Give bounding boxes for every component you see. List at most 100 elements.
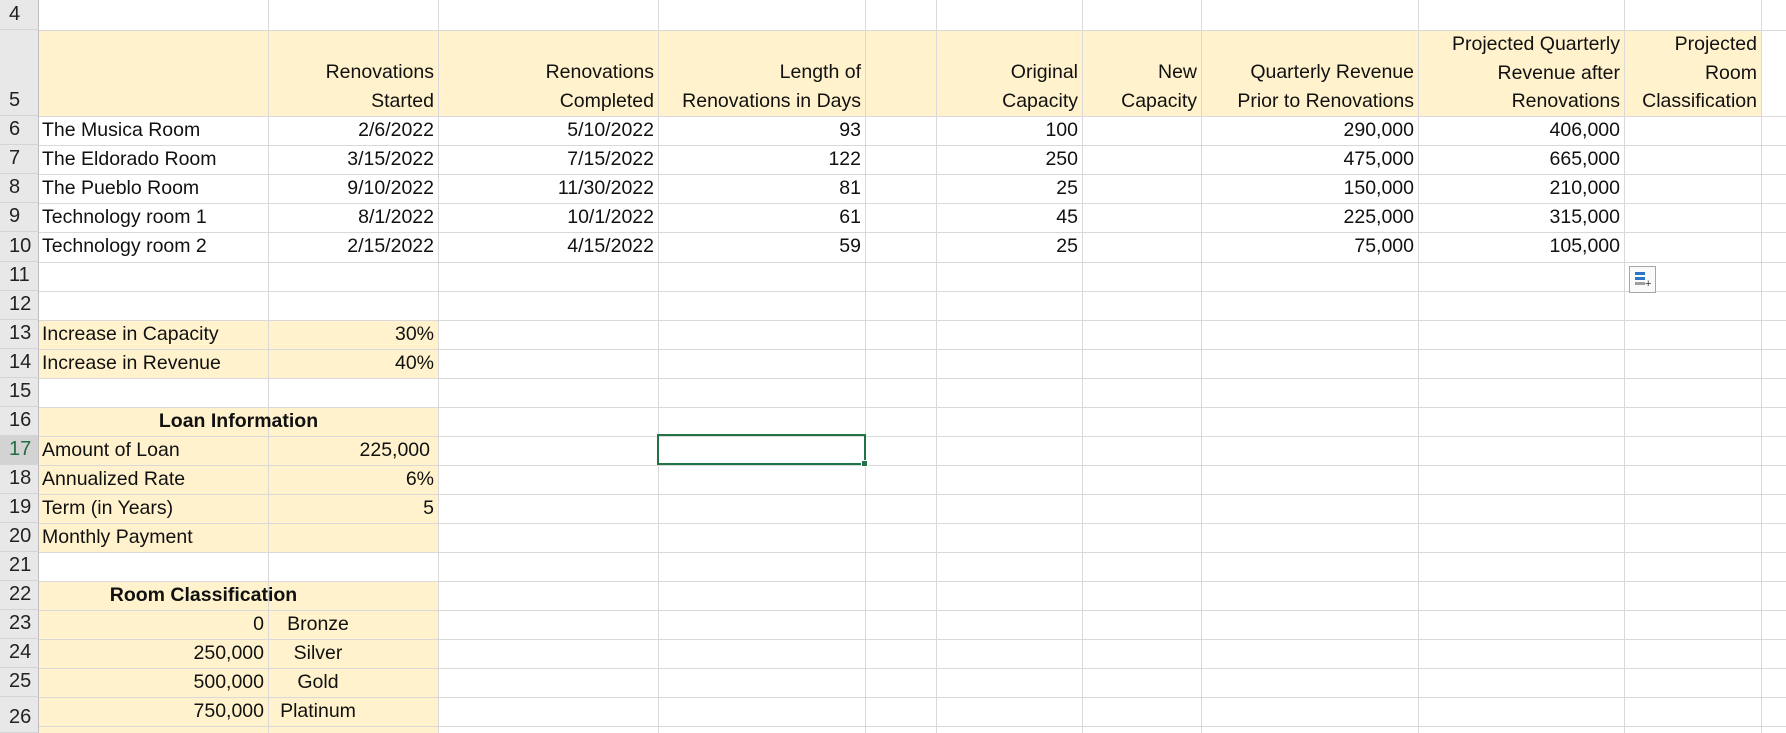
classification-level-cell[interactable]: Silver: [268, 639, 438, 668]
loan-amount-label[interactable]: Amount of Loan: [39, 436, 268, 465]
row-divider: [39, 291, 1786, 292]
days-cell[interactable]: 61: [658, 203, 865, 232]
header-original-capacity[interactable]: Original Capacity: [936, 58, 1082, 115]
revenue-projected-cell[interactable]: 406,000: [1418, 116, 1624, 145]
completed-cell[interactable]: 10/1/2022: [438, 203, 658, 232]
started-cell[interactable]: 2/15/2022: [268, 232, 438, 261]
term-years-label[interactable]: Term (in Years): [39, 494, 268, 523]
increase-capacity-label[interactable]: Increase in Capacity: [39, 320, 268, 349]
term-years-value[interactable]: 5: [268, 494, 438, 523]
header-renovations-started[interactable]: Renovations Started: [268, 58, 438, 115]
days-cell[interactable]: 81: [658, 174, 865, 203]
header-projected-room-classification[interactable]: Projected Room Classification: [1624, 30, 1761, 116]
row-header[interactable]: 14: [0, 349, 39, 378]
original-capacity-cell[interactable]: 100: [936, 116, 1082, 145]
days-cell[interactable]: 93: [658, 116, 865, 145]
spreadsheet-grid[interactable]: 4 5 6 7 8 9 10 11 12 13 14 15 16 17 18 1…: [0, 0, 1786, 733]
started-cell[interactable]: 8/1/2022: [268, 203, 438, 232]
room-classification-title[interactable]: Room Classification: [39, 581, 438, 610]
annualized-rate-value[interactable]: 6%: [268, 465, 438, 494]
header-quarterly-revenue-prior[interactable]: Quarterly Revenue Prior to Renovations: [1201, 58, 1418, 115]
row-header[interactable]: 6: [0, 116, 39, 145]
row-header[interactable]: 9: [0, 203, 39, 232]
row-header[interactable]: 8: [0, 174, 39, 203]
row-header[interactable]: 26: [0, 697, 39, 733]
row-header[interactable]: 19: [0, 494, 39, 523]
revenue-prior-cell[interactable]: 225,000: [1201, 203, 1418, 232]
original-capacity-cell[interactable]: 45: [936, 203, 1082, 232]
revenue-prior-cell[interactable]: 150,000: [1201, 174, 1418, 203]
row-header[interactable]: 13: [0, 320, 39, 349]
annualized-rate-label[interactable]: Annualized Rate: [39, 465, 268, 494]
quick-analysis-icon[interactable]: +: [1629, 266, 1656, 293]
header-line: Renovations: [1511, 90, 1620, 112]
revenue-projected-cell[interactable]: 210,000: [1418, 174, 1624, 203]
row-header[interactable]: 23: [0, 610, 39, 639]
revenue-prior-cell[interactable]: 475,000: [1201, 145, 1418, 174]
original-capacity-cell[interactable]: 25: [936, 174, 1082, 203]
row-header[interactable]: 18: [0, 465, 39, 494]
increase-revenue-value[interactable]: 40%: [268, 349, 438, 378]
revenue-projected-cell[interactable]: 105,000: [1418, 232, 1624, 261]
header-renovations-completed[interactable]: Renovations Completed: [438, 58, 658, 115]
monthly-payment-label[interactable]: Monthly Payment: [39, 523, 268, 552]
row-header[interactable]: 20: [0, 523, 39, 552]
row-header[interactable]: 4: [0, 0, 39, 30]
started-cell[interactable]: 3/15/2022: [268, 145, 438, 174]
classification-threshold-cell[interactable]: 250,000: [39, 639, 268, 668]
row-header[interactable]: 21: [0, 552, 39, 581]
increase-revenue-label[interactable]: Increase in Revenue: [39, 349, 268, 378]
room-name-cell[interactable]: Technology room 1: [39, 203, 268, 232]
completed-cell[interactable]: 4/15/2022: [438, 232, 658, 261]
fill-handle[interactable]: [861, 460, 868, 467]
row-divider: [39, 523, 1786, 524]
room-name-cell[interactable]: The Musica Room: [39, 116, 268, 145]
header-line: New: [1157, 61, 1197, 83]
loan-amount-value[interactable]: 225,000: [268, 436, 438, 465]
started-cell[interactable]: 9/10/2022: [268, 174, 438, 203]
original-capacity-cell[interactable]: 250: [936, 145, 1082, 174]
row-header[interactable]: 10: [0, 232, 39, 262]
classification-level-cell[interactable]: Platinum: [268, 697, 438, 726]
row-header[interactable]: 16: [0, 407, 39, 436]
header-line: Classification: [1642, 90, 1757, 112]
header-line: Renovations in Days: [682, 89, 861, 112]
completed-cell[interactable]: 5/10/2022: [438, 116, 658, 145]
loan-information-title[interactable]: Loan Information: [39, 407, 438, 436]
selected-cell-border[interactable]: [657, 434, 866, 465]
revenue-prior-cell[interactable]: 290,000: [1201, 116, 1418, 145]
revenue-prior-cell[interactable]: 75,000: [1201, 232, 1418, 261]
revenue-projected-cell[interactable]: 665,000: [1418, 145, 1624, 174]
completed-cell[interactable]: 11/30/2022: [438, 174, 658, 203]
classification-threshold-cell[interactable]: 0: [39, 610, 268, 639]
classification-level-cell[interactable]: Gold: [268, 668, 438, 697]
classification-threshold-cell[interactable]: 750,000: [39, 697, 268, 726]
completed-cell[interactable]: 7/15/2022: [438, 145, 658, 174]
room-name-cell[interactable]: The Pueblo Room: [39, 174, 268, 203]
days-cell[interactable]: 59: [658, 232, 865, 261]
started-cell[interactable]: 2/6/2022: [268, 116, 438, 145]
header-projected-quarterly-revenue[interactable]: Projected Quarterly Revenue after Renova…: [1418, 30, 1624, 116]
row-header[interactable]: 11: [0, 262, 39, 291]
room-name-cell[interactable]: Technology room 2: [39, 232, 268, 261]
row-header[interactable]: 25: [0, 668, 39, 697]
header-new-capacity[interactable]: New Capacity: [1082, 58, 1201, 115]
row-header-active[interactable]: 17: [0, 436, 39, 465]
revenue-projected-cell[interactable]: 315,000: [1418, 203, 1624, 232]
days-cell[interactable]: 122: [658, 145, 865, 174]
row-header[interactable]: 7: [0, 145, 39, 174]
increase-capacity-value[interactable]: 30%: [268, 320, 438, 349]
row-divider: [39, 262, 1786, 263]
row-header[interactable]: 15: [0, 378, 39, 407]
room-name-cell[interactable]: The Eldorado Room: [39, 145, 268, 174]
header-line: Prior to Renovations: [1237, 89, 1414, 112]
row-header[interactable]: 5: [0, 30, 39, 116]
header-length-days[interactable]: Length of Renovations in Days: [658, 58, 865, 115]
classification-level-cell[interactable]: Bronze: [268, 610, 438, 639]
header-line: Room: [1704, 61, 1757, 84]
row-header[interactable]: 12: [0, 291, 39, 320]
row-header[interactable]: 24: [0, 639, 39, 668]
row-header[interactable]: 22: [0, 581, 39, 610]
original-capacity-cell[interactable]: 25: [936, 232, 1082, 261]
classification-threshold-cell[interactable]: 500,000: [39, 668, 268, 697]
